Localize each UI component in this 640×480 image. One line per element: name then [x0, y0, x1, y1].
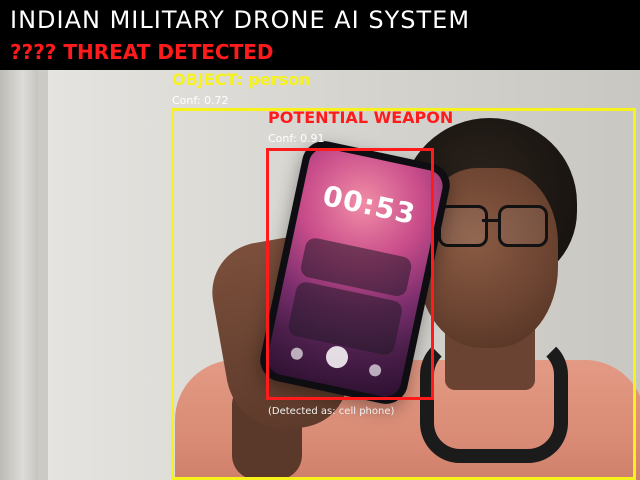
weapon-confidence: Conf: 0.91 [268, 132, 325, 145]
system-title: INDIAN MILITARY DRONE AI SYSTEM [10, 6, 471, 34]
weapon-detection-box [266, 148, 434, 400]
person-detection-label: OBJECT: person [172, 70, 311, 89]
camera-feed: 00:53 OBJECT: person Conf: 0.72 POTENTIA… [0, 0, 640, 480]
person-confidence: Conf: 0.72 [172, 94, 229, 107]
door-frame-shadow [38, 70, 48, 480]
detected-as-note: (Detected as: cell phone) [268, 406, 395, 417]
weapon-detection-label: POTENTIAL WEAPON [268, 108, 454, 127]
header-bar: INDIAN MILITARY DRONE AI SYSTEM ???? THR… [0, 0, 640, 70]
door-frame [0, 70, 38, 480]
threat-status: ???? THREAT DETECTED [10, 40, 274, 64]
